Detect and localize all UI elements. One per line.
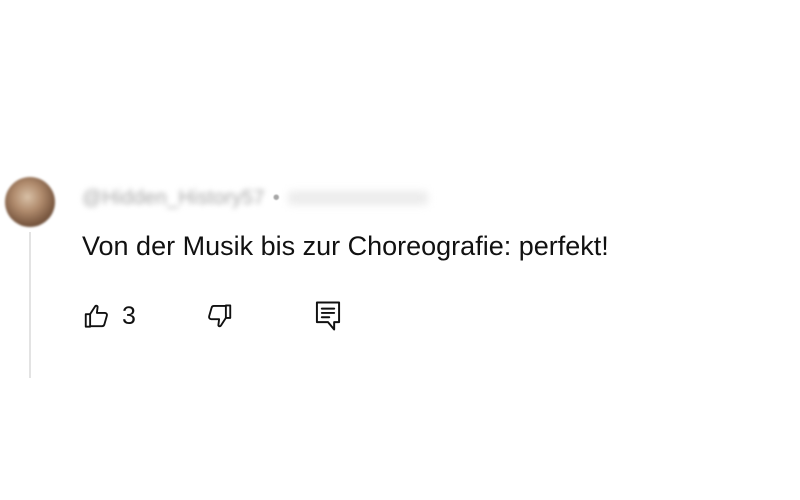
comment-actions: 3 (82, 298, 382, 334)
comment-text: Von der Musik bis zur Choreografie: perf… (82, 231, 609, 261)
meta-separator: • (272, 186, 280, 209)
comment: @Hidden_History57 • Von der Musik bis zu… (0, 0, 800, 500)
username[interactable]: @Hidden_History57 (82, 187, 265, 210)
like-button[interactable]: 3 (82, 298, 136, 334)
thumbs-down-icon (204, 301, 234, 331)
timestamp-blurred (287, 191, 428, 205)
dislike-button[interactable] (204, 298, 234, 334)
like-count: 3 (122, 301, 136, 330)
thread-line (29, 232, 31, 378)
comment-meta: @Hidden_History57 • (82, 185, 428, 211)
thumbs-up-icon (82, 301, 112, 331)
reply-icon (314, 300, 342, 332)
reply-button[interactable] (314, 298, 342, 334)
avatar[interactable] (5, 177, 55, 227)
